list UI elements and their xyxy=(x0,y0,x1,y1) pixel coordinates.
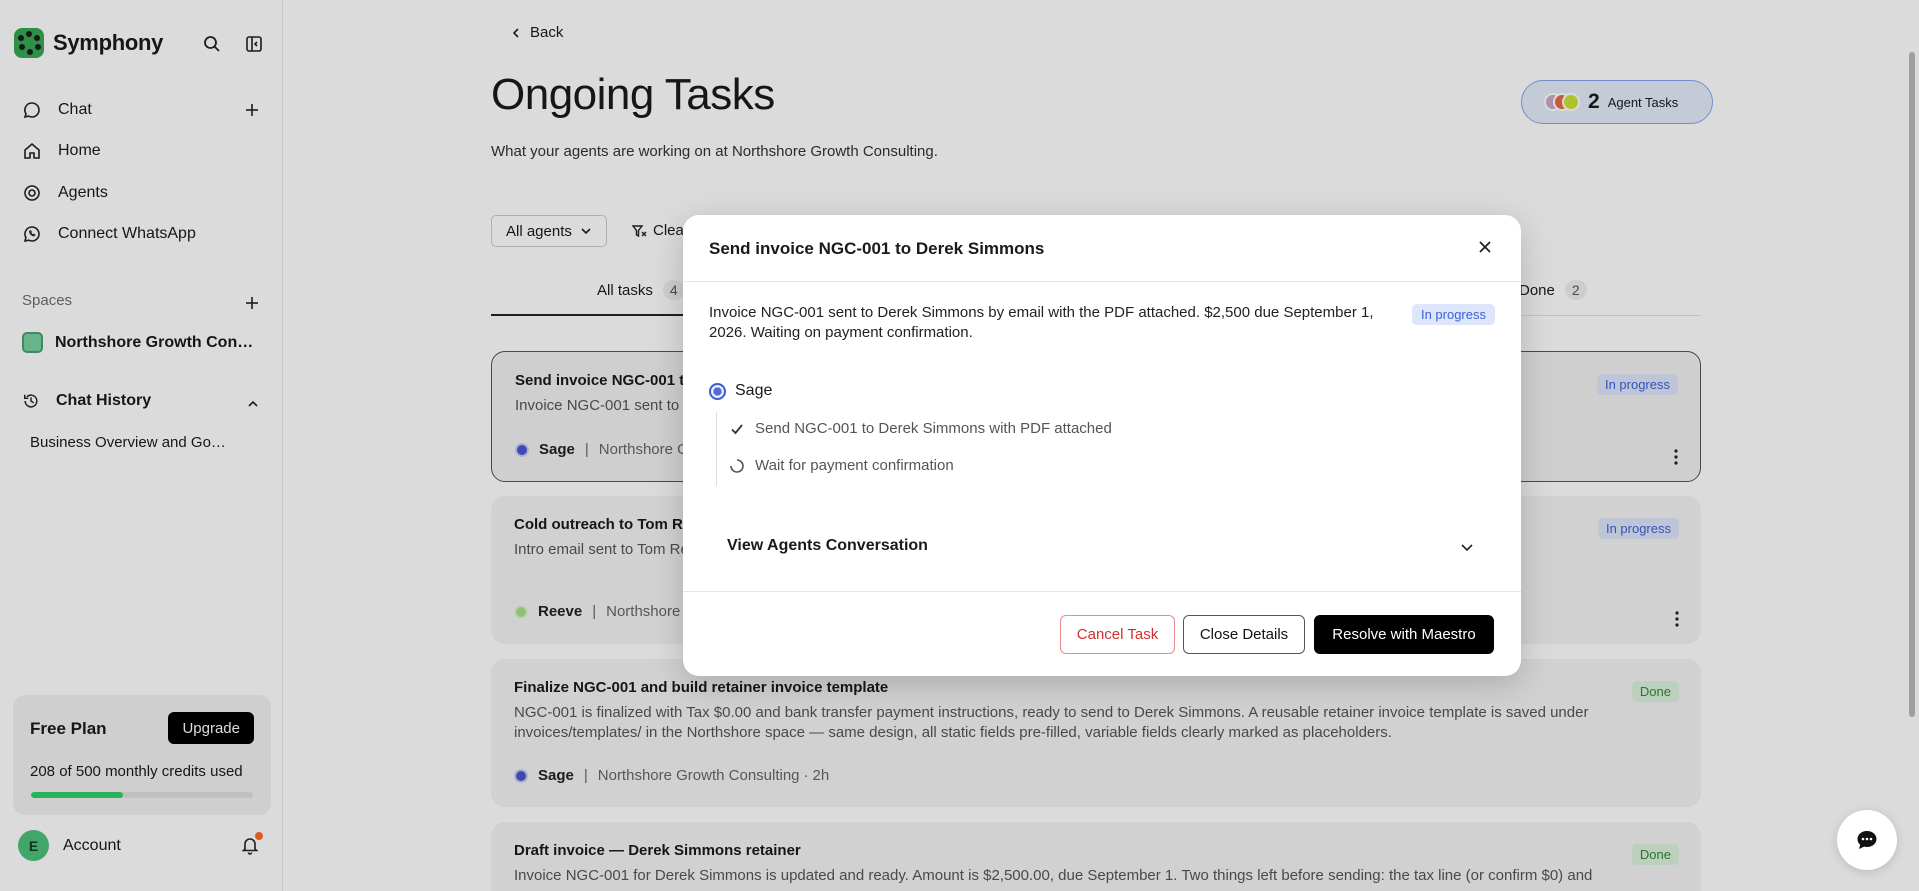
chevron-down-icon xyxy=(1461,544,1473,552)
view-agents-conversation-toggle[interactable]: View Agents Conversation xyxy=(709,523,1495,573)
chat-launcher-button[interactable] xyxy=(1837,810,1897,870)
cancel-task-button[interactable]: Cancel Task xyxy=(1060,615,1175,654)
modal-description: Invoice NGC-001 sent to Derek Simmons by… xyxy=(709,304,1374,341)
divider xyxy=(683,591,1521,592)
close-details-button[interactable]: Close Details xyxy=(1183,615,1305,654)
status-badge: In progress xyxy=(1411,304,1495,325)
agent-sage-icon xyxy=(709,382,726,400)
check-icon xyxy=(731,423,743,434)
step-item-pending: Wait for payment confirmation xyxy=(729,457,954,474)
task-details-modal: Send invoice NGC-001 to Derek Simmons In… xyxy=(683,215,1521,676)
resolve-with-maestro-button[interactable]: Resolve with Maestro xyxy=(1314,615,1494,654)
chat-bubble-icon xyxy=(1857,831,1877,849)
conversation-label: View Agents Conversation xyxy=(727,537,928,554)
modal-title: Send invoice NGC-001 to Derek Simmons xyxy=(709,239,1045,258)
divider xyxy=(683,281,1521,282)
step-item-done: Send NGC-001 to Derek Simmons with PDF a… xyxy=(729,420,1112,437)
step-label: Send NGC-001 to Derek Simmons with PDF a… xyxy=(755,420,1112,437)
steps-connector xyxy=(716,412,717,486)
loading-spinner-icon xyxy=(730,458,744,473)
step-label: Wait for payment confirmation xyxy=(755,457,954,474)
modal-agent: Sage xyxy=(709,382,772,400)
modal-agent-name: Sage xyxy=(735,382,773,399)
close-icon[interactable] xyxy=(1475,237,1495,257)
